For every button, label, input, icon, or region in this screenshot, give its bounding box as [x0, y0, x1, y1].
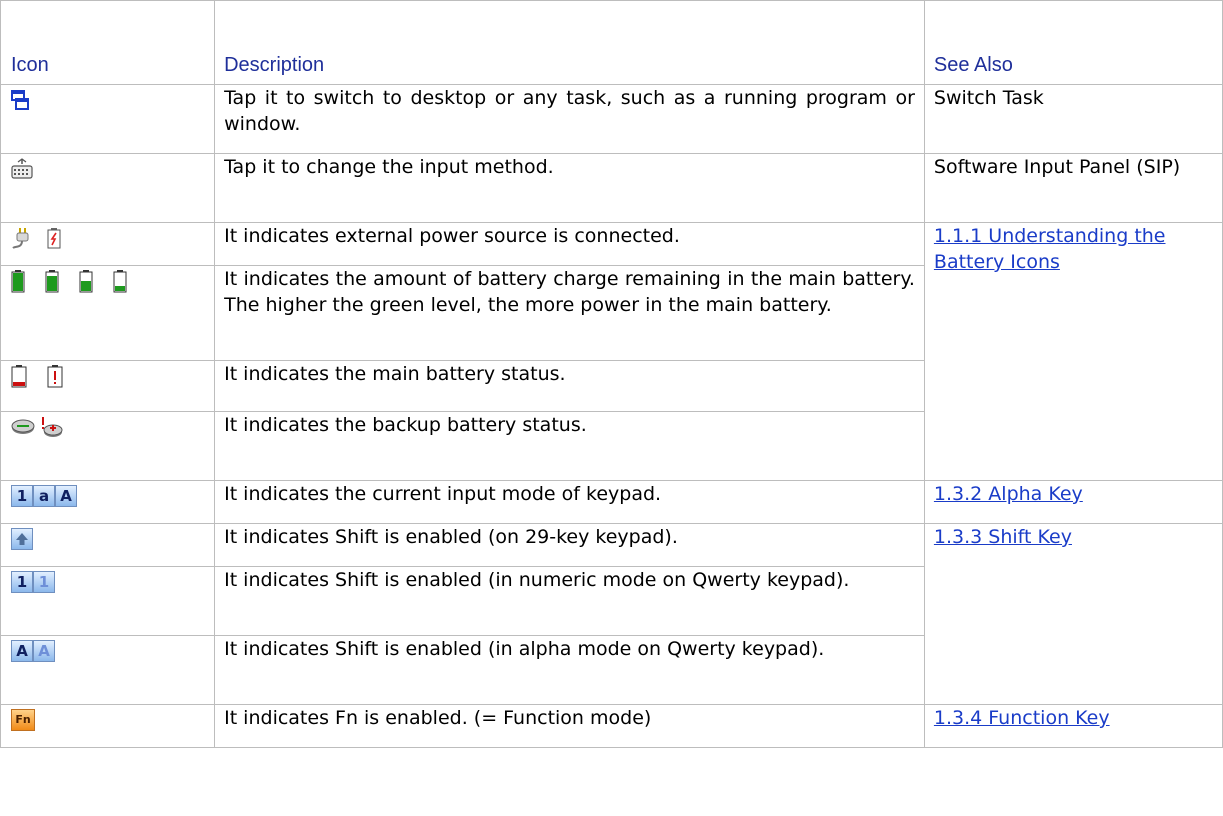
- row-description: It indicates Fn is enabled. (= Function …: [214, 704, 925, 748]
- backup-battery-icon: [11, 419, 35, 434]
- battery-medium-icon: [79, 270, 93, 293]
- numeric-mode-icon: 1: [11, 485, 33, 507]
- battery-very-low-icon: [11, 365, 27, 388]
- plug-icon: [12, 228, 29, 249]
- fn-key-icon: Fn: [11, 709, 35, 731]
- table-row: It indicates external power source is co…: [0, 222, 1223, 481]
- row-description: It indicates Shift is enabled (in alpha …: [214, 635, 925, 705]
- backup-battery-warning-icon: [42, 417, 63, 437]
- switch-task-icon: [11, 90, 29, 110]
- table-row: Fn It indicates Fn is enabled. (= Functi…: [0, 704, 1223, 748]
- row-description: Tap it to change the input method.: [214, 153, 925, 223]
- battery-high-icon: [45, 270, 59, 293]
- row-description: It indicates external power source is co…: [214, 222, 925, 266]
- alpha-mode-icon: A: [11, 640, 33, 662]
- row-description: It indicates the amount of battery charg…: [214, 265, 925, 361]
- uppercase-alpha-mode-icon: A: [55, 485, 77, 507]
- shift-numeric-icons: 1 1: [11, 567, 205, 597]
- see-also-link[interactable]: 1.3.3 Shift Key: [934, 526, 1072, 548]
- row-description: It indicates the current input mode of k…: [214, 480, 925, 524]
- external-power-icon: [11, 223, 205, 253]
- row-see-also: Switch Task: [923, 84, 1223, 154]
- main-battery-status-icons: [11, 361, 205, 391]
- table-row: Tap it to change the input method. Softw…: [0, 153, 1223, 223]
- charging-battery-icon: [47, 228, 61, 249]
- row-description: It indicates the main battery status.: [214, 360, 925, 412]
- battery-warning-icon: [47, 365, 63, 388]
- header-row: Icon Description See Also: [0, 0, 1223, 85]
- battery-level-icons: [11, 266, 205, 296]
- shifted-alpha-mode-icon: A: [33, 640, 55, 662]
- table-row: It indicates Shift is enabled (on 29-key…: [0, 523, 1223, 705]
- numeric-mode-icon: 1: [11, 571, 33, 593]
- keyboard-icon: [11, 158, 33, 179]
- header-description: Description: [214, 0, 925, 85]
- input-mode-icons: 1 a A: [11, 481, 205, 511]
- row-description: It indicates the backup battery status.: [214, 411, 925, 481]
- see-also-link[interactable]: 1.3.4 Function Key: [934, 707, 1110, 729]
- row-description: Tap it to switch to desktop or any task,…: [214, 84, 925, 154]
- shifted-numeric-mode-icon: 1: [33, 571, 55, 593]
- see-also-link[interactable]: 1.1.1 Understanding the Battery Icons: [934, 225, 1166, 273]
- table-row: 1 a A It indicates the current input mod…: [0, 480, 1223, 524]
- row-description: It indicates Shift is enabled (on 29-key…: [214, 523, 925, 567]
- backup-battery-status-icons: [11, 412, 205, 442]
- lowercase-alpha-mode-icon: a: [33, 485, 55, 507]
- row-see-also: Software Input Panel (SIP): [923, 153, 1223, 223]
- header-see-also: See Also: [923, 0, 1223, 85]
- shift-arrow-icon: [11, 528, 33, 550]
- see-also-link[interactable]: 1.3.2 Alpha Key: [934, 483, 1083, 505]
- table-row: Tap it to switch to desktop or any task,…: [0, 84, 1223, 154]
- row-description: It indicates Shift is enabled (in numeri…: [214, 566, 925, 636]
- battery-low-icon: [113, 270, 127, 293]
- header-icon: Icon: [0, 0, 216, 85]
- battery-full-icon: [11, 270, 25, 293]
- status-icons-table: Icon Description See Also Tap it to swit…: [0, 0, 1223, 748]
- shift-alpha-icons: A A: [11, 636, 205, 666]
